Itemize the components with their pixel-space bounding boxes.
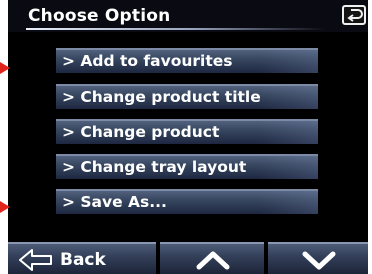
chevron-up-icon bbox=[196, 251, 230, 270]
left-bezel bbox=[0, 0, 8, 274]
scroll-up-button[interactable] bbox=[160, 242, 264, 274]
back-button[interactable]: Back bbox=[8, 242, 156, 274]
red-pointer-arrow bbox=[0, 201, 10, 213]
menu-item-change-tray-layout[interactable]: > Change tray layout bbox=[56, 154, 318, 179]
right-bezel bbox=[368, 0, 372, 274]
red-pointer-arrow bbox=[0, 62, 10, 74]
bottom-nav-bar: Back bbox=[8, 242, 368, 274]
menu-item-save-as[interactable]: > Save As... bbox=[56, 189, 318, 214]
title-bar: Choose Option bbox=[8, 0, 368, 32]
scroll-down-button[interactable] bbox=[268, 242, 368, 274]
page-title: Choose Option bbox=[28, 6, 171, 26]
return-button[interactable] bbox=[342, 5, 366, 25]
title-underline bbox=[26, 28, 326, 30]
back-arrow-icon bbox=[19, 249, 52, 271]
menu-item-add-to-favourites[interactable]: > Add to favourites bbox=[56, 48, 318, 73]
menu-item-change-product[interactable]: > Change product bbox=[56, 119, 318, 144]
chevron-down-icon bbox=[302, 251, 336, 270]
menu-item-change-product-title[interactable]: > Change product title bbox=[56, 84, 318, 109]
return-arrow-icon bbox=[347, 9, 363, 22]
back-button-label: Back bbox=[60, 250, 106, 270]
device-screen: Choose Option > Add to favourites > Chan… bbox=[0, 0, 372, 274]
